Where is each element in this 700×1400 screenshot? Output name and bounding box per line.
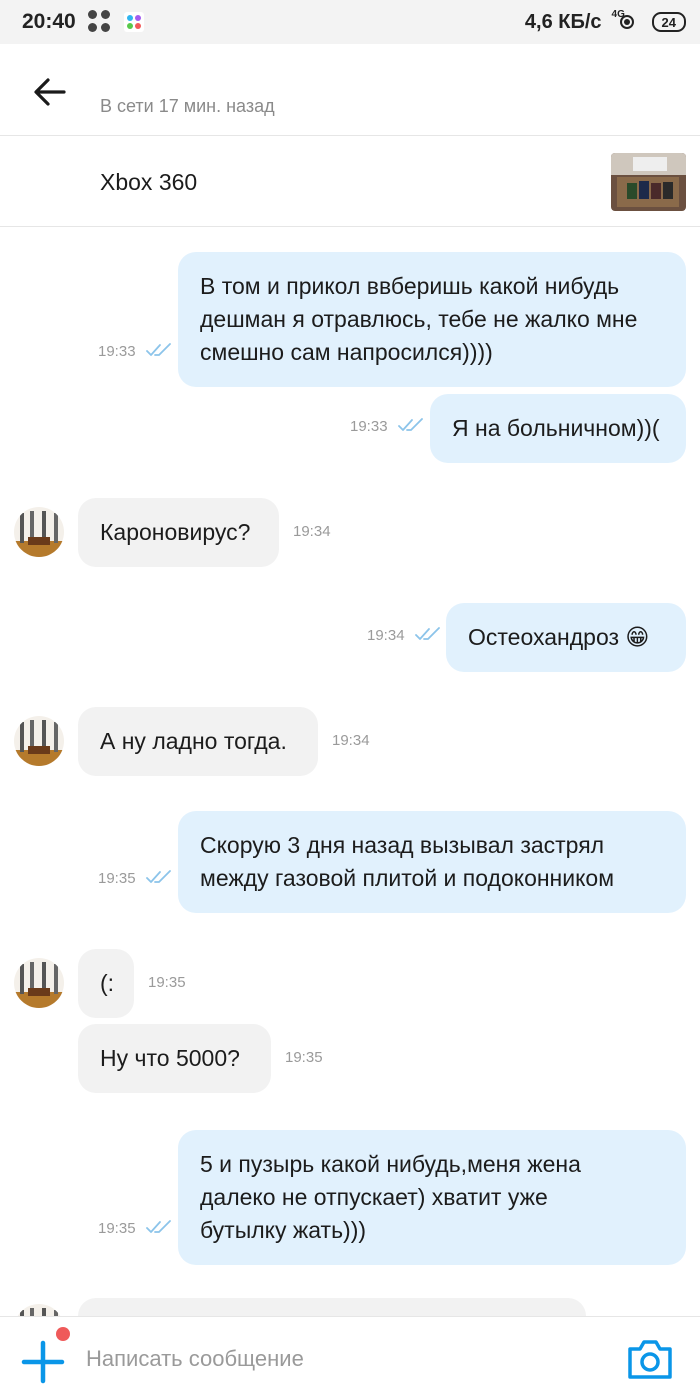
message-bubble-incoming[interactable]: А ну ладно тогда.	[78, 707, 318, 776]
message-line: далеко не отпускает) хватит уже	[200, 1184, 548, 1210]
plus-icon	[21, 1340, 65, 1384]
message-time: 19:35	[98, 1220, 136, 1237]
message-line: 5 и пузырь какой нибудь,меня жена	[200, 1151, 581, 1177]
online-status: В сети 17 мин. назад	[100, 96, 275, 116]
message-line: В том и прикол ввберишь какой нибудь	[200, 273, 620, 299]
message-time: 19:34	[367, 627, 405, 644]
message-time: 19:33	[350, 418, 388, 435]
message-time: 19:35	[148, 974, 186, 991]
message-line: дешман я отравлюсь, тебе не жалко мне	[200, 306, 638, 332]
double-check-icon	[415, 627, 440, 640]
message-line: между газовой плитой и подоконником	[200, 865, 615, 891]
notification-badge	[56, 1327, 70, 1341]
message-line: Ну что 5000?	[100, 1045, 240, 1071]
message-line: А ну ладно тогда.	[100, 728, 287, 754]
avatar[interactable]	[14, 958, 64, 1008]
camera-button[interactable]	[626, 1337, 674, 1381]
message-line: Скорую 3 дня назад вызывал застрял	[200, 832, 605, 858]
status-bar: 20:40 4,6 КБ/с 4G 24	[0, 0, 700, 44]
avatar[interactable]	[14, 716, 64, 766]
double-check-icon	[398, 418, 423, 431]
network-speed: 4,6 КБ/с	[524, 10, 602, 33]
message-line: Остеохандроз 😁	[468, 624, 650, 650]
signal-icon: 4G	[612, 9, 642, 33]
double-check-icon	[146, 1220, 171, 1233]
message-input[interactable]	[86, 1343, 586, 1375]
chat-header: В сети 17 мин. назад	[0, 44, 700, 136]
listing-thumbnail[interactable]	[611, 153, 686, 211]
message-bubble-incoming[interactable]: Ну что 5000?	[78, 1024, 271, 1093]
listing-title: Xbox 360	[100, 169, 198, 195]
message-time: 19:35	[285, 1049, 323, 1066]
listing-bar[interactable]: Xbox 360	[0, 137, 700, 227]
message-time: 19:34	[293, 523, 331, 540]
message-time: 19:33	[98, 343, 136, 360]
avatar[interactable]	[14, 507, 64, 557]
message-line: (:	[100, 970, 115, 996]
arrow-left-icon	[34, 78, 66, 106]
message-bubble-outgoing[interactable]: В том и прикол ввберишь какой нибудь деш…	[178, 252, 686, 387]
status-time: 20:40	[22, 10, 76, 33]
message-bubble-outgoing[interactable]: Я на больничном))(	[430, 394, 686, 463]
double-check-icon	[146, 343, 171, 356]
app-notification-icon	[123, 12, 144, 32]
message-composer	[0, 1316, 700, 1400]
back-button[interactable]	[30, 72, 70, 112]
message-bubble-incoming[interactable]: Кароновирус?	[78, 498, 279, 567]
message-time: 19:34	[332, 732, 370, 749]
message-line: бутылку жать)))	[200, 1217, 367, 1243]
message-line: Кароновирус?	[100, 519, 251, 545]
message-bubble-outgoing[interactable]: 5 и пузырь какой нибудь,меня жена далеко…	[178, 1130, 686, 1265]
battery-level: 24	[661, 14, 676, 30]
notification-dots-icon	[87, 10, 112, 34]
message-bubble-incoming[interactable]: (:	[78, 949, 134, 1018]
message-bubble-outgoing[interactable]: Остеохандроз 😁	[446, 603, 686, 672]
battery-icon: 24	[651, 12, 686, 32]
double-check-icon	[146, 870, 171, 883]
message-bubble-outgoing[interactable]: Скорую 3 дня назад вызывал застрял между…	[178, 811, 686, 913]
camera-icon	[628, 1340, 672, 1379]
message-time: 19:35	[98, 870, 136, 887]
message-line: смешно сам напросился))))	[200, 339, 493, 365]
message-line: Я на больничном))(	[452, 415, 660, 441]
attach-button[interactable]	[20, 1339, 66, 1385]
